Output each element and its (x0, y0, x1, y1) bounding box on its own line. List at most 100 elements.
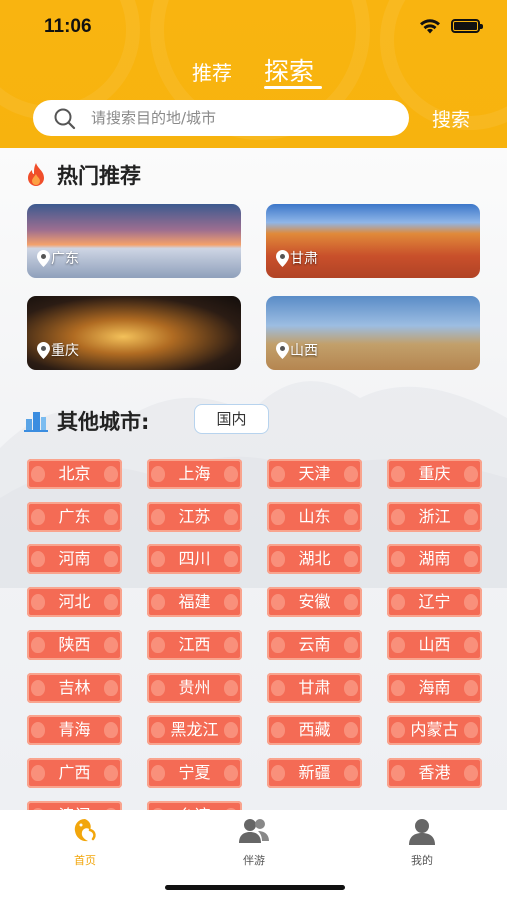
city-chip[interactable]: 湖北 (267, 544, 362, 575)
city-chip-label: 陕西 (58, 634, 91, 654)
city-chip-label: 黑龙江 (170, 720, 219, 740)
city-chip[interactable]: 安徽 (267, 587, 362, 618)
tabbar-label: 伴游 (243, 854, 265, 867)
search-box (33, 100, 409, 136)
city-chip-label: 湖北 (298, 549, 331, 569)
city-chip-label: 浙江 (418, 506, 451, 526)
city-chip-label: 甘肃 (298, 677, 331, 697)
city-chip[interactable]: 香港 (387, 757, 482, 788)
city-chip-label: 贵州 (178, 677, 211, 697)
city-chip[interactable]: 湖南 (387, 544, 482, 575)
city-chip[interactable]: 海南 (387, 672, 482, 703)
hot-card-chongqing[interactable]: 重庆 (27, 296, 241, 370)
city-chip-label: 安徽 (298, 592, 331, 612)
city-chip[interactable]: 内蒙古 (387, 715, 482, 746)
city-chip-label: 宁夏 (178, 762, 211, 782)
main-content: 热门推荐 广东 甘肃 重庆 山西 其他城市: 国内 北京上海 天津 重庆 广东 … (0, 148, 507, 810)
city-chip-label: 青海 (58, 720, 91, 740)
city-chip[interactable]: 台湾 (147, 800, 242, 810)
city-chip[interactable]: 甘肃 (267, 672, 362, 703)
city-chip[interactable]: 上海 (147, 459, 242, 489)
city-chip[interactable]: 重庆 (387, 459, 482, 489)
wifi-icon (420, 19, 440, 34)
hot-card-shanxi[interactable]: 山西 (266, 296, 480, 370)
tabbar-label: 我的 (411, 854, 433, 867)
hot-card-label: 甘肃 (290, 251, 318, 267)
region-select-button[interactable]: 国内 (194, 404, 269, 434)
companions-icon (239, 819, 269, 843)
city-chip-label: 西藏 (298, 720, 331, 740)
city-chip[interactable]: 宁夏 (147, 757, 242, 788)
tab-recommend[interactable]: 推荐 (192, 57, 232, 86)
city-chip-label: 天津 (298, 464, 331, 483)
fire-icon (28, 163, 44, 186)
city-chip[interactable]: 澳门 (27, 800, 122, 810)
city-chip-label: 上海 (178, 464, 211, 483)
city-chip-label: 海南 (418, 677, 451, 697)
city-chip-label: 福建 (178, 592, 211, 612)
search-icon (54, 108, 76, 130)
city-chip[interactable]: 新疆 (267, 757, 362, 788)
city-chip[interactable]: 江苏 (147, 501, 242, 532)
top-tabs: 推荐 探索 (0, 52, 507, 92)
city-chip-label: 北京 (58, 464, 91, 483)
active-tab-indicator (264, 86, 322, 89)
city-chip-label: 广东 (58, 506, 91, 526)
city-chip-label: 四川 (178, 549, 211, 569)
city-chip[interactable]: 青海 (27, 715, 122, 746)
home-dragon-icon (74, 819, 96, 842)
battery-icon (451, 19, 483, 33)
city-chip-label: 江苏 (178, 506, 211, 526)
city-chip[interactable]: 西藏 (267, 715, 362, 746)
city-chip[interactable]: 河北 (27, 587, 122, 618)
location-pin-icon (37, 342, 50, 359)
city-chip[interactable]: 河南 (27, 544, 122, 575)
header: 11:06 推荐 探索 搜索 (0, 0, 507, 148)
city-chip[interactable]: 广东 (27, 501, 122, 532)
city-chip-label: 重庆 (418, 464, 451, 483)
city-chip-label: 新疆 (298, 762, 331, 782)
city-chip-label: 内蒙古 (410, 720, 459, 740)
city-chip-label: 澳门 (58, 806, 90, 810)
city-chip[interactable]: 福建 (147, 587, 242, 618)
city-chip-label: 河南 (58, 549, 91, 569)
tabbar-companions[interactable]: 伴游 (214, 816, 294, 868)
tabbar-home[interactable]: 首页 (45, 816, 125, 868)
location-pin-icon (276, 250, 289, 267)
city-chip[interactable]: 山西 (387, 629, 482, 660)
search-input[interactable] (91, 100, 391, 136)
city-chip[interactable]: 陕西 (27, 629, 122, 660)
city-chip-label: 河北 (58, 592, 91, 612)
city-chip[interactable]: 云南 (267, 629, 362, 660)
city-chip[interactable]: 江西 (147, 629, 242, 660)
city-chip[interactable]: 山东 (267, 501, 362, 532)
city-chip-label: 云南 (298, 634, 331, 654)
city-chip[interactable]: 天津 (267, 459, 362, 489)
home-indicator (165, 885, 345, 890)
city-chip[interactable]: 辽宁 (387, 587, 482, 618)
city-chip[interactable]: 北京 (27, 459, 122, 489)
city-chip-label: 广西 (58, 762, 91, 782)
hot-card-gansu[interactable]: 甘肃 (266, 204, 480, 278)
city-chip-label: 台湾 (178, 806, 210, 810)
city-chip[interactable]: 浙江 (387, 501, 482, 532)
city-chip-label: 湖南 (418, 549, 451, 569)
city-buildings-icon (24, 412, 48, 432)
city-chip[interactable]: 贵州 (147, 672, 242, 703)
city-chip-label: 山东 (298, 506, 331, 526)
city-chip-label: 江西 (178, 634, 211, 654)
city-chip-label: 香港 (418, 762, 451, 782)
search-button[interactable]: 搜索 (432, 105, 470, 132)
city-chip-label: 辽宁 (418, 592, 451, 612)
city-chip[interactable]: 四川 (147, 544, 242, 575)
tab-explore[interactable]: 探索 (264, 52, 314, 88)
other-cities-title: 其他城市: (57, 410, 150, 434)
tabbar-label: 首页 (74, 854, 96, 867)
tabbar-profile[interactable]: 我的 (382, 816, 462, 868)
location-pin-icon (276, 342, 289, 359)
city-chip[interactable]: 吉林 (27, 672, 122, 703)
city-chip[interactable]: 广西 (27, 757, 122, 788)
hot-recommend-title: 热门推荐 (57, 164, 141, 188)
city-chip[interactable]: 黑龙江 (147, 715, 242, 746)
hot-card-guangdong[interactable]: 广东 (27, 204, 241, 278)
